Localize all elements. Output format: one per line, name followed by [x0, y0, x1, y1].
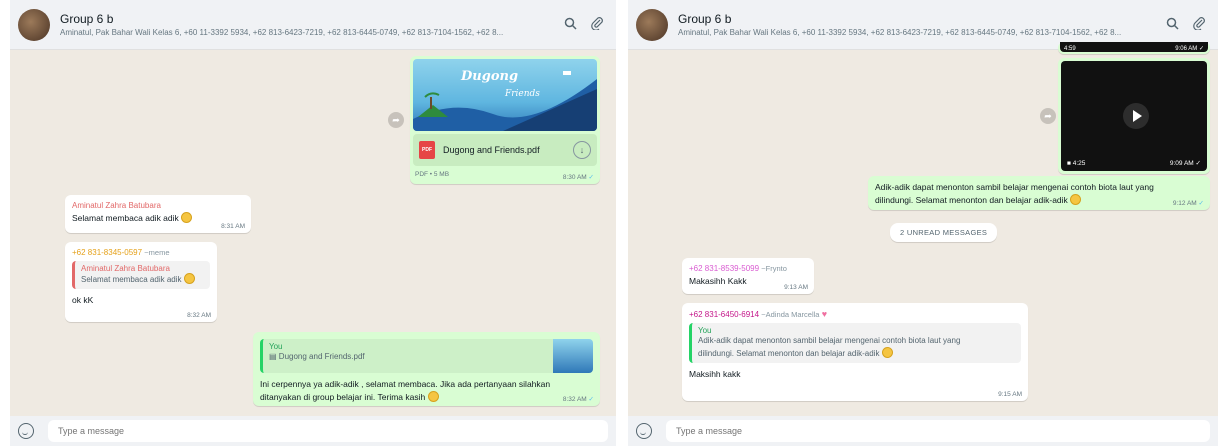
group-avatar[interactable] — [18, 8, 50, 41]
quoted-message[interactable]: You Adik-adik dapat menonton sambil bela… — [689, 323, 1021, 363]
sender-name[interactable]: +62 831-8539-5099 — [689, 264, 759, 273]
message-list[interactable]: ➦ Dugong Friends PDF Dugong and Friends.… — [10, 50, 616, 416]
message-time: 8:31 AM — [221, 223, 245, 230]
composer — [10, 416, 616, 446]
document-icon: ▤ — [269, 352, 277, 361]
pdf-icon: PDF — [419, 141, 435, 159]
smile-emoji-icon — [1070, 194, 1082, 205]
quoted-message[interactable]: You ▤ Dugong and Friends.pdf — [260, 339, 593, 373]
message-time: 9:12 AM ✓ — [1172, 200, 1204, 207]
message-input[interactable] — [48, 420, 608, 442]
emoji-icon[interactable] — [636, 423, 652, 439]
group-members: Aminatul, Pak Bahar Wali Kelas 6, +60 11… — [60, 27, 504, 37]
quote-text: Selamat membaca adik adik — [81, 275, 182, 284]
emoji-icon[interactable] — [18, 423, 34, 439]
incoming-message[interactable]: +62 831-6450-6914 ~Adinda Marcella ♥ You… — [682, 303, 1028, 401]
chat-info[interactable]: Group 6 b Aminatul, Pak Bahar Wali Kelas… — [678, 12, 1156, 38]
video-duration: ■ 4:25 — [1067, 160, 1086, 167]
quote-thumbnail — [553, 339, 593, 373]
search-icon[interactable] — [564, 17, 577, 33]
quote-sender: You — [269, 342, 283, 351]
smile-emoji-icon — [183, 273, 195, 284]
forward-icon[interactable]: ➦ — [1040, 108, 1056, 124]
chat-info[interactable]: Group 6 b Aminatul, Pak Bahar Wali Kelas… — [60, 12, 554, 38]
pdf-thumbnail[interactable]: Dugong Friends — [413, 59, 597, 131]
sender-name[interactable]: Aminatul Zahra Batubara — [72, 200, 244, 212]
message-time: 8:30 AM ✓ — [562, 174, 594, 181]
chat-header[interactable]: Group 6 b Aminatul, Pak Bahar Wali Kelas… — [10, 0, 616, 50]
group-name: Group 6 b — [678, 11, 732, 26]
video-message[interactable]: 4:59 9:06 AM ✓ — [1058, 42, 1210, 54]
thumb-subtitle: Friends — [505, 89, 540, 99]
sender-alias: ~Adinda Marcella — [761, 310, 820, 319]
message-text: Ini cerpennya ya adik-adik , selamat mem… — [260, 379, 551, 402]
smile-emoji-icon — [181, 212, 193, 223]
quoted-message[interactable]: Aminatul Zahra Batubara Selamat membaca … — [72, 261, 210, 289]
sender-alias: ~Frynto — [761, 264, 787, 273]
message-text: ok kK — [72, 295, 94, 305]
smile-emoji-icon — [427, 391, 439, 402]
message-text: Adik-adik dapat menonton sambil belajar … — [875, 182, 1154, 205]
forward-icon[interactable]: ➦ — [388, 112, 404, 128]
quote-text: Dugong and Friends.pdf — [278, 352, 365, 361]
download-icon[interactable]: ↓ — [573, 141, 591, 159]
chat-pane-right: Group 6 b Aminatul, Pak Bahar Wali Kelas… — [628, 0, 1218, 446]
attach-icon[interactable] — [1193, 16, 1206, 33]
chat-pane-left: Group 6 b Aminatul, Pak Bahar Wali Kelas… — [10, 0, 616, 446]
quote-sender: You — [698, 326, 712, 335]
message-time: 9:13 AM — [784, 284, 808, 291]
pdf-message[interactable]: Dugong Friends PDF Dugong and Friends.pd… — [410, 56, 600, 184]
message-text: Selamat membaca adik adik — [72, 213, 179, 223]
smile-emoji-icon — [881, 347, 893, 358]
message-time: 8:32 AM — [187, 312, 211, 319]
unread-messages-divider: 2 UNREAD MESSAGES — [890, 223, 998, 242]
heart-emoji-icon: ♥ — [821, 309, 828, 319]
video-thumbnail[interactable]: ■ 4:25 9:09 AM ✓ — [1061, 61, 1207, 171]
sender-name[interactable]: +62 831-8345-0597 — [72, 248, 142, 257]
outgoing-message[interactable]: Adik-adik dapat menonton sambil belajar … — [868, 176, 1210, 210]
sender-name[interactable]: +62 831-6450-6914 — [689, 310, 759, 319]
group-avatar[interactable] — [636, 8, 668, 41]
search-icon[interactable] — [1166, 17, 1179, 33]
message-list[interactable]: 4:59 9:06 AM ✓ ➦ ■ 4:25 9:09 AM ✓ Adik-a… — [628, 42, 1218, 416]
message-time: 9:09 AM ✓ — [1169, 160, 1201, 167]
incoming-message[interactable]: Aminatul Zahra Batubara Selamat membaca … — [65, 195, 251, 233]
pdf-filename: Dugong and Friends.pdf — [443, 145, 540, 155]
group-members: Aminatul, Pak Bahar Wali Kelas 6, +60 11… — [678, 27, 1122, 37]
attach-icon[interactable] — [591, 16, 604, 33]
quote-text: Adik-adik dapat menonton sambil belajar … — [698, 336, 961, 358]
video-duration: 4:59 — [1064, 46, 1076, 52]
video-thumbnail[interactable]: 4:59 9:06 AM ✓ — [1060, 42, 1208, 52]
video-message[interactable]: ■ 4:25 9:09 AM ✓ — [1058, 58, 1210, 174]
play-icon[interactable] — [1123, 103, 1149, 129]
message-time: 9:15 AM — [998, 391, 1022, 398]
message-time: 8:32 AM ✓ — [562, 396, 594, 403]
sender-alias: ~meme — [144, 248, 170, 257]
incoming-message[interactable]: +62 831-8539-5099 ~Frynto Makasihh Kakk … — [682, 258, 814, 294]
message-time: 9:06 AM ✓ — [1175, 46, 1204, 52]
message-text: Maksihh kakk — [689, 369, 741, 379]
pdf-file-row[interactable]: PDF Dugong and Friends.pdf ↓ — [413, 134, 597, 166]
incoming-message[interactable]: +62 831-8345-0597 ~meme Aminatul Zahra B… — [65, 242, 217, 322]
group-name: Group 6 b — [60, 11, 114, 26]
message-input[interactable] — [666, 420, 1210, 442]
composer — [628, 416, 1218, 446]
thumb-title: Dugong — [461, 69, 519, 84]
outgoing-message[interactable]: You ▤ Dugong and Friends.pdf Ini cerpenn… — [253, 332, 600, 406]
quote-sender: Aminatul Zahra Batubara — [81, 264, 170, 273]
